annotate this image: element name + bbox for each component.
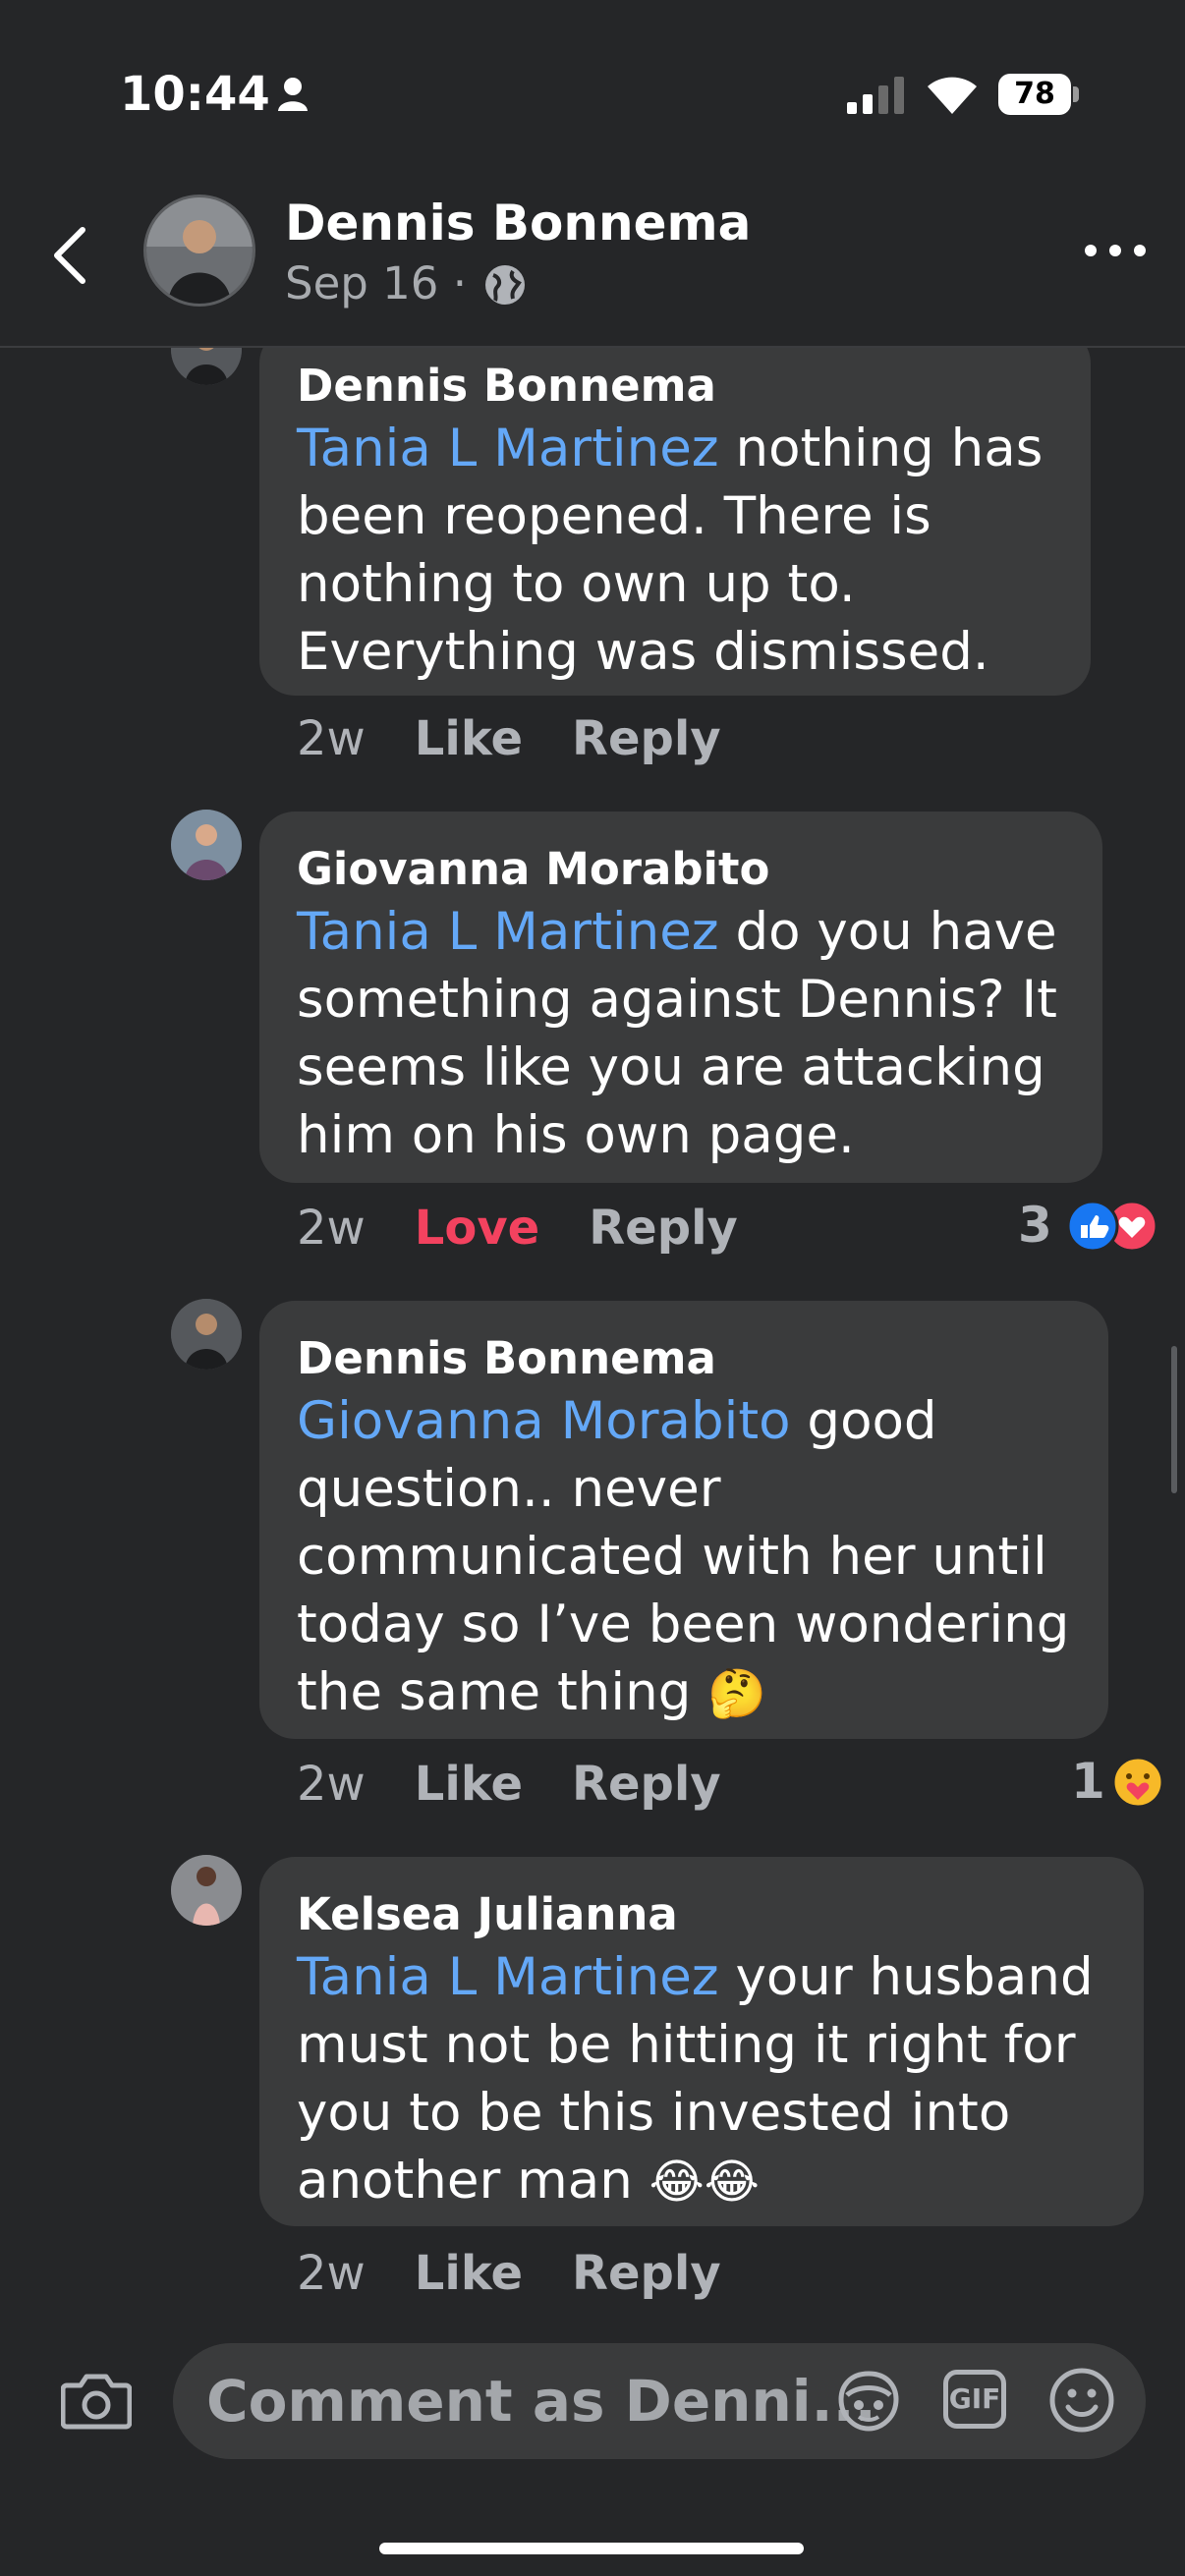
comment-time: 2w	[297, 1757, 366, 1812]
profile-photo	[146, 197, 253, 304]
cellular-signal-icon	[847, 77, 904, 114]
comment-avatar[interactable]	[171, 810, 242, 880]
emoji-icon[interactable]	[1047, 2366, 1116, 2435]
battery-cap	[1073, 86, 1079, 102]
comment-text: Tania L Martinez your husband must not b…	[297, 1943, 1108, 2216]
comment-avatar[interactable]	[171, 1855, 242, 1926]
comment-actions: 2w Like Reply	[297, 1757, 770, 1812]
header-date: Sep 16 ·	[285, 257, 467, 309]
comment-avatar[interactable]	[171, 348, 242, 385]
mention-link[interactable]: Tania L Martinez	[297, 1947, 719, 2007]
reaction-count[interactable]: 3	[1018, 1197, 1052, 1254]
gif-button[interactable]: GIF	[943, 2370, 1006, 2429]
love-button[interactable]: Love	[415, 1201, 539, 1256]
mention-link[interactable]: Tania L Martinez	[297, 419, 719, 478]
post-date: Sep 16	[285, 257, 439, 309]
header-avatar[interactable]	[143, 195, 255, 307]
back-button[interactable]	[47, 224, 92, 287]
comment-author[interactable]: Dennis Bonnema	[297, 1330, 1073, 1387]
like-button[interactable]: Like	[415, 2246, 523, 2301]
laughing-emoji: 😂😂	[649, 2155, 760, 2210]
comment-avatar[interactable]	[171, 1299, 242, 1370]
comment-actions: 2w Love Reply	[297, 1201, 787, 1256]
comment-bubble: Kelsea Julianna Tania L Martinez your hu…	[259, 1857, 1144, 2226]
comment-time: 2w	[297, 2246, 366, 2301]
mention-link[interactable]: Tania L Martinez	[297, 902, 719, 962]
avatar-photo	[171, 348, 242, 385]
like-button[interactable]: Like	[415, 1757, 523, 1812]
comment-text: Tania L Martinez do you have something a…	[297, 898, 1067, 1169]
comment-text: Giovanna Morabito good question.. never …	[297, 1387, 1073, 1728]
comment-bubble: Giovanna Morabito Tania L Martinez do yo…	[259, 812, 1102, 1183]
date-separator: ·	[452, 257, 468, 309]
reply-button[interactable]: Reply	[572, 711, 721, 766]
reply-button[interactable]: Reply	[572, 1757, 721, 1812]
avatar-photo	[171, 1299, 242, 1370]
scroll-indicator[interactable]	[1171, 1346, 1177, 1493]
header-name[interactable]: Dennis Bonnema	[285, 195, 751, 252]
care-reaction-icon[interactable]	[1110, 1755, 1165, 1810]
wifi-icon	[928, 77, 977, 114]
mention-link[interactable]: Giovanna Morabito	[297, 1391, 791, 1451]
comment-actions: 2w Like Reply	[297, 2246, 770, 2301]
comment-time: 2w	[297, 711, 366, 766]
avatar-sticker-icon[interactable]	[833, 2370, 904, 2433]
comment-time: 2w	[297, 1201, 366, 1256]
reply-button[interactable]: Reply	[572, 2246, 721, 2301]
comment-bubble: Dennis Bonnema Tania L Martinez nothing …	[259, 348, 1091, 696]
reaction-count[interactable]: 1	[1071, 1753, 1105, 1810]
comment-author[interactable]: Dennis Bonnema	[297, 358, 1055, 415]
battery-level: 78	[1014, 77, 1055, 111]
thinking-emoji: 🤔	[707, 1666, 766, 1721]
status-bar: 10:44 78	[0, 0, 1185, 187]
comment-text: Tania L Martinez nothing has been reopen…	[297, 415, 1055, 686]
gif-label: GIF	[948, 2382, 1001, 2415]
status-time: 10:44	[120, 67, 270, 122]
comment-author[interactable]: Kelsea Julianna	[297, 1886, 1108, 1943]
comment-bubble: Dennis Bonnema Giovanna Morabito good qu…	[259, 1301, 1108, 1739]
avatar-photo	[171, 810, 242, 880]
person-icon	[278, 78, 308, 111]
comment-input-placeholder: Comment as Denni...	[206, 2368, 876, 2435]
avatar-photo	[171, 1855, 242, 1926]
like-button[interactable]: Like	[415, 711, 523, 766]
comment-thread: Dennis Bonnema Tania L Martinez nothing …	[0, 348, 1185, 2323]
more-options-button[interactable]	[1081, 236, 1150, 265]
reply-button[interactable]: Reply	[589, 1201, 738, 1256]
home-indicator[interactable]	[379, 2543, 804, 2554]
battery-icon: 78	[998, 74, 1071, 115]
comment-author[interactable]: Giovanna Morabito	[297, 841, 1067, 898]
like-love-reaction-icon[interactable]	[1063, 1199, 1165, 1254]
comment-actions: 2w Like Reply	[297, 711, 770, 766]
camera-icon[interactable]	[61, 2370, 132, 2433]
globe-icon	[485, 265, 525, 305]
